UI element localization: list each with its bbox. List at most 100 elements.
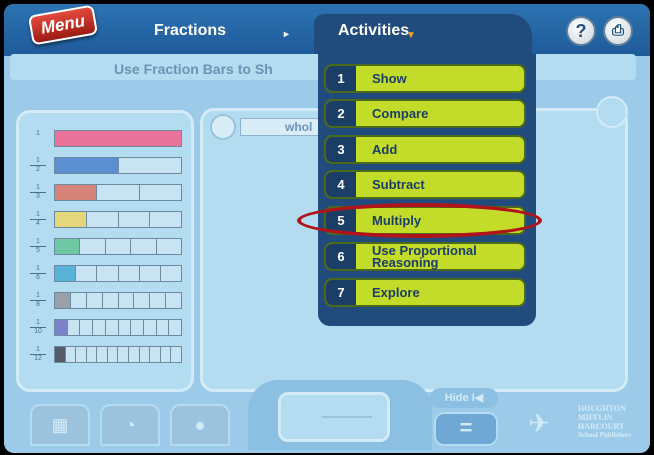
activity-label: Compare	[372, 105, 429, 121]
fraction-bar-cell[interactable]	[97, 185, 140, 200]
publisher-line: School Publishers	[578, 431, 632, 439]
fraction-bar[interactable]	[54, 157, 182, 174]
instruction-text: Use Fraction Bars to Sh	[114, 61, 273, 77]
clear-button[interactable]	[596, 96, 628, 128]
fraction-bar-cell[interactable]	[119, 266, 140, 281]
highlight-annotation	[297, 203, 542, 238]
publisher-line: MIFFLIN	[578, 413, 613, 422]
fraction-bar-cell[interactable]	[55, 158, 119, 173]
fraction-bar-cell[interactable]	[161, 266, 181, 281]
fraction-bar-cell[interactable]	[68, 320, 81, 335]
fraction-bar-cell[interactable]	[157, 239, 181, 254]
fraction-bar-cell[interactable]	[76, 347, 87, 362]
fraction-bar[interactable]	[54, 319, 182, 336]
activity-number: 7	[326, 280, 356, 305]
fraction-numerator: 1	[36, 319, 40, 326]
fraction-bar-cell[interactable]	[66, 347, 77, 362]
fraction-bar-cell[interactable]	[55, 185, 98, 200]
fraction-bar-cell[interactable]	[97, 266, 119, 281]
fraction-bar-cell[interactable]	[129, 347, 140, 362]
fraction-bar-cell[interactable]	[140, 347, 151, 362]
fraction-bar-cell[interactable]	[169, 320, 181, 335]
fraction-bar-cell[interactable]	[87, 293, 103, 308]
fraction-denominator: 2	[30, 165, 46, 174]
fraction-bar-cell[interactable]	[106, 239, 132, 254]
fraction-bar-cell[interactable]	[119, 212, 151, 227]
fraction-bar[interactable]	[54, 184, 182, 201]
fraction-bar[interactable]	[54, 211, 182, 228]
equals-button[interactable]: =	[434, 412, 498, 446]
fraction-denominator: 10	[30, 327, 46, 336]
fraction-bar-cell[interactable]	[131, 239, 157, 254]
fraction-numerator: 1	[36, 292, 40, 299]
fraction-denominator: 8	[30, 300, 46, 309]
activity-number: 3	[326, 137, 356, 162]
fraction-bar[interactable]	[54, 346, 182, 363]
activity-item-add[interactable]: 3 Add	[324, 135, 526, 164]
fraction-bar-cell[interactable]	[55, 347, 66, 362]
fraction-bar-cell[interactable]	[161, 347, 172, 362]
activity-item-use[interactable]: 6 Use Proportional Reasoning	[324, 242, 526, 271]
activities-label[interactable]: Activities	[338, 22, 409, 40]
fraction-bar-cell[interactable]	[106, 320, 119, 335]
fraction-bar[interactable]	[54, 130, 182, 147]
fraction-bar-cell[interactable]	[80, 239, 106, 254]
fraction-bar-cell[interactable]	[55, 239, 81, 254]
activity-item-explore[interactable]: 7 Explore	[324, 278, 526, 307]
eraser-icon[interactable]	[210, 114, 236, 140]
set-tool-button[interactable]: ●	[170, 404, 230, 446]
fraction-numerator: 1	[36, 157, 40, 164]
activity-label: Add	[372, 141, 398, 157]
fraction-bar-cell[interactable]	[55, 320, 68, 335]
fraction-bar-cell[interactable]	[55, 131, 181, 146]
fraction-bar-cell[interactable]	[55, 293, 71, 308]
collapse-icon: I◀	[471, 392, 484, 404]
nav-fractions[interactable]: Fractions	[154, 22, 226, 40]
fraction-bar-line	[322, 416, 372, 418]
fraction-bar-cell[interactable]	[80, 320, 94, 335]
fraction-bar-cell[interactable]	[76, 266, 98, 281]
fraction-label: 15	[30, 238, 46, 255]
fraction-bar-cell[interactable]	[97, 347, 108, 362]
fraction-bar-cell[interactable]	[166, 293, 181, 308]
fraction-bar-cell[interactable]	[150, 212, 181, 227]
fraction-bar-cell[interactable]	[134, 293, 151, 308]
fraction-numerator: 1	[36, 238, 40, 245]
fraction-bar-cell[interactable]	[119, 293, 135, 308]
print-button[interactable]: ⎙	[603, 16, 633, 46]
fraction-label: 12	[30, 157, 46, 174]
fraction-denominator: 5	[30, 246, 46, 255]
publisher-line: HARCOURT	[578, 422, 625, 431]
hide-button[interactable]: Hide I◀	[430, 388, 498, 408]
fraction-bar[interactable]	[54, 265, 182, 282]
fraction-bar-cell[interactable]	[55, 266, 77, 281]
fraction-bar-cell[interactable]	[87, 212, 119, 227]
fraction-bar-cell[interactable]	[140, 185, 181, 200]
activity-item-show[interactable]: 1 Show	[324, 64, 526, 93]
fraction-bar-cell[interactable]	[157, 320, 170, 335]
activity-label: Subtract	[372, 176, 425, 192]
activity-item-subtract[interactable]: 4 Subtract	[324, 170, 526, 199]
circle-tool-button[interactable]: ◔	[100, 404, 160, 446]
fraction-bar-cell[interactable]	[118, 347, 130, 362]
fraction-bar-cell[interactable]	[171, 347, 181, 362]
fraction-bar[interactable]	[54, 238, 182, 255]
fraction-bar-cell[interactable]	[55, 212, 87, 227]
fraction-bar-cell[interactable]	[144, 320, 157, 335]
fraction-bar-cell[interactable]	[87, 347, 98, 362]
fraction-bar-cell[interactable]	[119, 320, 132, 335]
fraction-bar-cell[interactable]	[108, 347, 119, 362]
fraction-bar-cell[interactable]	[150, 347, 161, 362]
bars-tool-button[interactable]: ▦	[30, 404, 90, 446]
fraction-bar-cell[interactable]	[119, 158, 182, 173]
help-button[interactable]: ?	[566, 16, 596, 46]
nav-arrow-icon: ►	[282, 29, 291, 39]
activity-item-compare[interactable]: 2 Compare	[324, 99, 526, 128]
fraction-bar[interactable]	[54, 292, 182, 309]
fraction-bar-cell[interactable]	[131, 320, 144, 335]
fraction-bar-cell[interactable]	[71, 293, 87, 308]
fraction-bar-cell[interactable]	[93, 320, 106, 335]
fraction-bar-cell[interactable]	[103, 293, 119, 308]
fraction-bar-cell[interactable]	[150, 293, 167, 308]
fraction-bar-cell[interactable]	[140, 266, 161, 281]
